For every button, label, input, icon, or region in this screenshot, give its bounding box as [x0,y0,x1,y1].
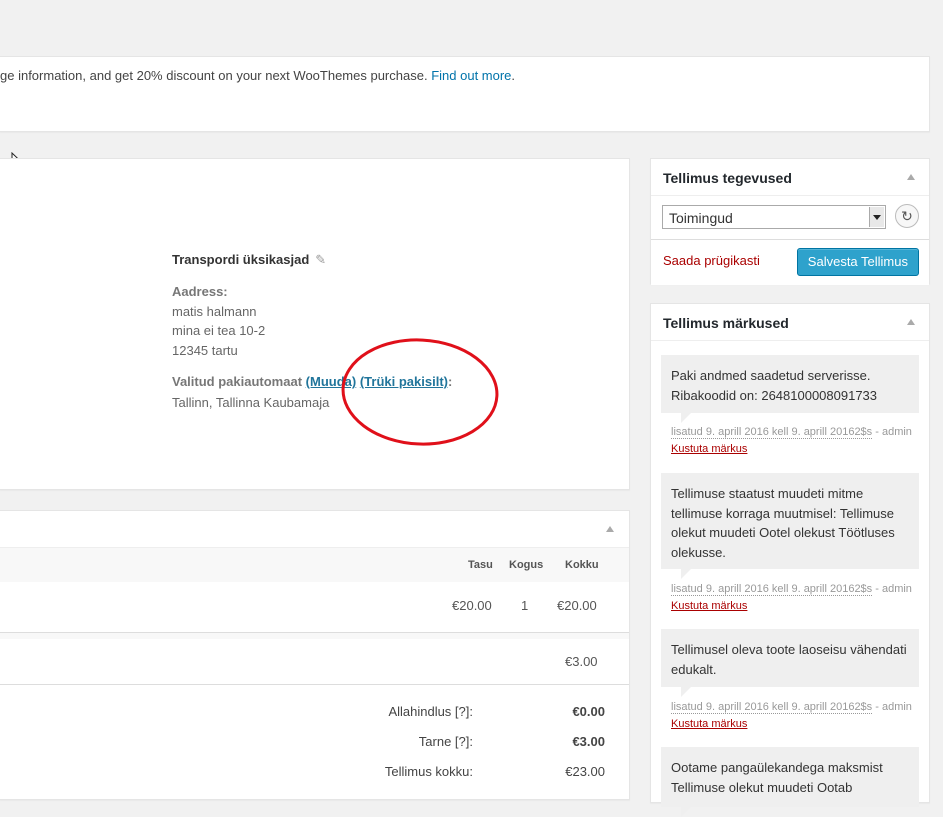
box-divider [651,340,929,341]
chevron-down-icon [869,207,884,227]
notice-tail: . [511,68,516,83]
note-date: lisatud 9. aprill 2016 kell 9. aprill 20… [671,701,873,714]
woothemes-notice: ge information, and get 20% discount on … [0,56,930,132]
shipping-row-total: €3.00 [565,654,598,669]
order-notes-title: Tellimus märkused [663,315,789,331]
note-author: - admin [872,426,912,438]
column-qty: Kogus [509,559,544,571]
item-total: €20.00 [557,598,597,613]
address-line-street: mina ei tea 10-2 [172,323,266,338]
order-note: Tellimusel oleva toote laoseisu vähendat… [661,629,919,697]
shipping-title-text: Transpordi üksikasjad [172,252,310,267]
order-actions-box: Tellimus tegevused Toimingud ↻ Saada prü… [650,158,930,285]
parcel-terminal-value: Tallinn, Tallinna Kaubamaja [172,395,330,410]
note-author: - admin [872,583,912,595]
save-order-button[interactable]: Salvesta Tellimus [796,248,919,276]
column-cost: Tasu [468,559,493,571]
note-meta: lisatud 9. aprill 2016 kell 9. aprill 20… [671,424,921,458]
order-note: Tellimuse staatust muudeti mitme tellimu… [661,473,919,579]
shipping-row: €3.00 [0,639,629,685]
shipping-label: Tarne [?]: [418,734,473,749]
notice-text: ge information, and get 20% discount on … [0,68,515,83]
delete-note-link[interactable]: Kustuta märkus [671,600,747,612]
order-actions-title: Tellimus tegevused [663,170,792,186]
items-column-headers: Tasu Kogus Kokku [0,548,629,582]
address-line-city: 12345 tartu [172,343,238,358]
shipping-details-heading: Transpordi üksikasjad ✎ [172,252,326,268]
note-date: lisatud 9. aprill 2016 kell 9. aprill 20… [671,583,873,596]
edit-pencil-icon[interactable]: ✎ [315,252,326,268]
collapse-toggle-icon[interactable] [907,174,915,180]
order-items-header [0,511,629,548]
discount-label: Allahindlus [?]: [388,704,473,719]
collapse-toggle-icon[interactable] [907,319,915,325]
note-author: - admin [872,701,912,713]
item-cost: €20.00 [452,598,492,613]
note-meta: lisatud 9. aprill 2016 kell 9. aprill 20… [671,699,921,733]
box-divider [651,195,929,196]
order-note: Ootame pangaülekandega maksmist Tellimus… [661,747,919,817]
order-items-panel: Tasu Kogus Kokku €20.00 1 €20.00 €3.00 A… [0,510,630,800]
item-qty: 1 [521,598,529,613]
order-data-panel: Transpordi üksikasjad ✎ Aadress: matis ha… [0,158,630,490]
address-line-name: matis halmann [172,304,257,319]
collapse-toggle-icon[interactable] [606,526,614,532]
discount-value: €0.00 [572,704,605,719]
table-row: €20.00 1 €20.00 [0,582,629,633]
shipping-value: €3.00 [572,734,605,749]
print-label-link[interactable]: (Trüki pakisilt) [360,374,448,389]
move-to-trash-link[interactable]: Saada prügikasti [663,253,760,268]
actions-select[interactable]: Toimingud [662,205,886,229]
note-meta: lisatud 9. aprill 2016 kell 9. aprill 20… [671,581,921,615]
order-notes-box: Tellimus märkused Paki andmed saadetud s… [650,303,930,817]
delete-note-link[interactable]: Kustuta märkus [671,443,747,455]
terminal-colon: : [447,374,453,389]
address-label: Aadress: [172,284,228,299]
actions-select-value: Toimingud [669,210,733,226]
order-total-label: Tellimus kokku: [384,764,473,779]
order-actions-footer: Saada prügikasti Salvesta Tellimus [651,239,929,285]
parcel-terminal-label: Valitud pakiautomaat [172,374,303,389]
parcel-terminal-line: Valitud pakiautomaat (Muuda) (Trüki paki… [172,374,452,389]
refresh-button[interactable]: ↻ [895,204,919,228]
column-total: Kokku [565,559,599,571]
find-out-more-link[interactable]: Find out more [431,68,511,83]
delete-note-link[interactable]: Kustuta märkus [671,718,747,730]
change-terminal-link[interactable]: (Muuda) [306,374,357,389]
refresh-icon: ↻ [901,208,913,224]
note-date: lisatud 9. aprill 2016 kell 9. aprill 20… [671,426,873,439]
order-note: Paki andmed saadetud serverisse. Ribakoo… [661,355,919,423]
notice-message: ge information, and get 20% discount on … [0,68,428,83]
order-total-value: €23.00 [565,764,605,779]
